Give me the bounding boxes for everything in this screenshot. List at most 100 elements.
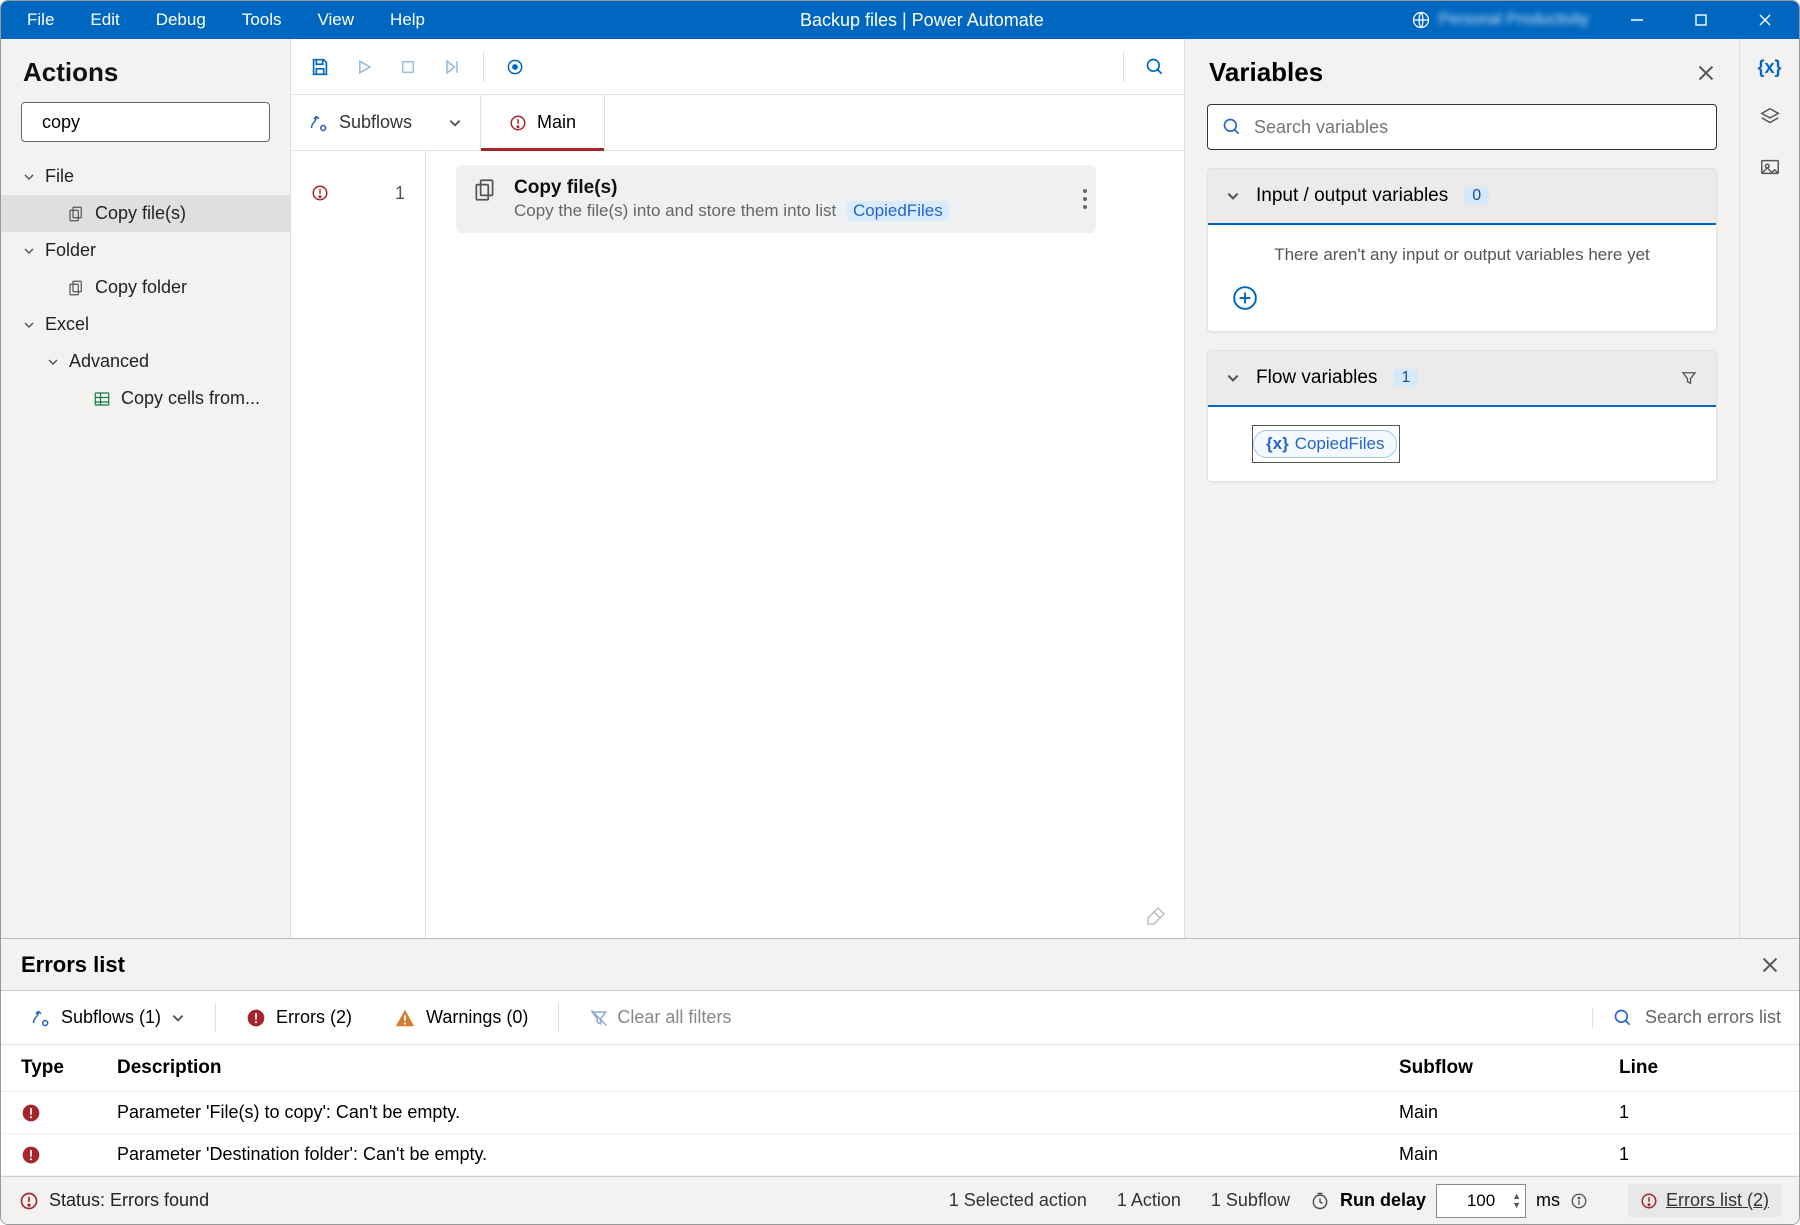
error-desc: Parameter 'Destination folder': Can't be…: [117, 1144, 1399, 1165]
run-delay-input[interactable]: 100 ▲▼: [1436, 1184, 1526, 1218]
menu-help[interactable]: Help: [372, 1, 443, 39]
save-icon: [309, 56, 331, 78]
status-selected: 1 Selected action: [949, 1190, 1087, 1211]
search-icon: [1222, 117, 1242, 137]
close-variables-button[interactable]: [1697, 64, 1715, 82]
environment-pill[interactable]: Personal Productivity: [1401, 10, 1599, 30]
menu-debug[interactable]: Debug: [138, 1, 224, 39]
menu-view[interactable]: View: [300, 1, 373, 39]
warnings-filter-label: Warnings (0): [426, 1007, 528, 1028]
step-gutter: 1: [291, 151, 426, 938]
tree-group-excel[interactable]: Excel: [1, 306, 290, 343]
rail-images-button[interactable]: [1759, 156, 1781, 178]
menu-edit[interactable]: Edit: [72, 1, 137, 39]
designer: Subflows Main 1: [291, 39, 1184, 938]
environment-name: Personal Productivity: [1439, 11, 1589, 29]
copy-icon: [67, 205, 85, 223]
tree-group-folder[interactable]: Folder: [1, 232, 290, 269]
flow-variables-header[interactable]: Flow variables 1: [1208, 351, 1716, 407]
save-button[interactable]: [301, 48, 339, 86]
col-desc[interactable]: Description: [117, 1057, 1399, 1079]
errors-errors-filter[interactable]: Errors (2): [234, 1007, 364, 1028]
record-button[interactable]: [496, 48, 534, 86]
tab-label: Main: [537, 112, 576, 133]
errors-search-placeholder: Search errors list: [1645, 1007, 1781, 1028]
flow-variable-chip[interactable]: {x} CopiedFiles: [1253, 430, 1397, 458]
step-title: Copy file(s): [514, 177, 1080, 199]
chevron-down-icon: [1226, 189, 1240, 203]
search-flow-button[interactable]: [1136, 48, 1174, 86]
maximize-button[interactable]: [1675, 1, 1727, 39]
search-icon: [1145, 57, 1165, 77]
action-copy-files[interactable]: Copy file(s): [1, 195, 290, 232]
error-row[interactable]: Parameter 'Destination folder': Can't be…: [1, 1134, 1799, 1176]
io-variables-group: Input / output variables 0 There aren't …: [1207, 168, 1717, 332]
actions-search[interactable]: [21, 102, 270, 142]
stop-icon: [399, 58, 417, 76]
flow-variables-label: Flow variables: [1256, 367, 1377, 389]
error-icon: [19, 1191, 39, 1211]
tabs-row: Subflows Main: [291, 95, 1184, 151]
stop-button[interactable]: [389, 48, 427, 86]
errors-search[interactable]: Search errors list: [1592, 1007, 1781, 1028]
variables-search[interactable]: [1207, 104, 1717, 150]
error-row[interactable]: Parameter 'File(s) to copy': Can't be em…: [1, 1092, 1799, 1134]
action-copy-cells[interactable]: Copy cells from...: [1, 380, 290, 417]
subflows-dropdown[interactable]: Subflows: [291, 95, 481, 150]
globe-icon: [1411, 10, 1431, 30]
search-icon: [1613, 1008, 1633, 1028]
close-button[interactable]: [1739, 1, 1791, 39]
errors-warnings-filter[interactable]: Warnings (0): [382, 1007, 540, 1029]
eraser-icon[interactable]: [1144, 904, 1168, 928]
errors-list-link[interactable]: Errors list (2): [1628, 1184, 1781, 1217]
action-copy-folder[interactable]: Copy folder: [1, 269, 290, 306]
tree-group-file[interactable]: File: [1, 158, 290, 195]
tab-main[interactable]: Main: [481, 95, 605, 150]
status-actions: 1 Action: [1117, 1190, 1181, 1211]
errors-heading: Errors list: [21, 952, 125, 978]
warning-icon: [394, 1007, 416, 1029]
info-icon[interactable]: [1570, 1192, 1588, 1210]
menu-tools[interactable]: Tools: [224, 1, 300, 39]
col-line[interactable]: Line: [1619, 1057, 1779, 1079]
run-button[interactable]: [345, 48, 383, 86]
step-more-button[interactable]: [1082, 188, 1088, 210]
rail-layers-button[interactable]: [1759, 106, 1781, 128]
variable-chip: CopiedFiles: [847, 201, 949, 221]
col-type[interactable]: Type: [21, 1057, 117, 1079]
copy-icon: [67, 279, 85, 297]
variables-search-input[interactable]: [1254, 117, 1702, 138]
close-errors-button[interactable]: [1761, 956, 1779, 974]
col-subflow[interactable]: Subflow: [1399, 1057, 1619, 1079]
filter-button[interactable]: [1680, 369, 1698, 387]
chevron-down-icon: [23, 319, 35, 331]
add-io-variable-button[interactable]: [1232, 285, 1692, 311]
errors-subflows-filter[interactable]: Subflows (1): [19, 1007, 197, 1028]
rail-variables-button[interactable]: {x}: [1757, 57, 1781, 78]
variable-icon: {x}: [1266, 434, 1289, 454]
io-variables-count: 0: [1464, 187, 1489, 205]
flow-variable-name: CopiedFiles: [1295, 434, 1385, 454]
menu-file[interactable]: File: [9, 1, 72, 39]
window-title: Backup files | Power Automate: [443, 10, 1401, 31]
tree-subgroup-advanced[interactable]: Advanced: [1, 343, 290, 380]
image-icon: [1759, 156, 1781, 178]
minimize-button[interactable]: [1611, 1, 1663, 39]
clear-filters-button[interactable]: Clear all filters: [577, 1007, 743, 1028]
error-subflow: Main: [1399, 1102, 1619, 1123]
error-icon: [509, 114, 527, 132]
designer-toolbar: [291, 39, 1184, 95]
run-delay-label: Run delay: [1340, 1190, 1426, 1211]
step-copy-files[interactable]: Copy file(s) Copy the file(s) into and s…: [456, 165, 1096, 233]
chevron-down-icon: [23, 245, 35, 257]
actions-search-input[interactable]: [42, 112, 274, 133]
error-solid-icon: [246, 1008, 266, 1028]
flow-variables-count: 1: [1393, 369, 1418, 387]
filter-clear-icon: [589, 1008, 609, 1028]
error-line: 1: [1619, 1144, 1779, 1165]
chevron-down-icon: [23, 171, 35, 183]
status-subflows: 1 Subflow: [1211, 1190, 1290, 1211]
step-description: Copy the file(s) into and store them int…: [514, 201, 1080, 221]
run-next-button[interactable]: [433, 48, 471, 86]
io-variables-header[interactable]: Input / output variables 0: [1208, 169, 1716, 225]
